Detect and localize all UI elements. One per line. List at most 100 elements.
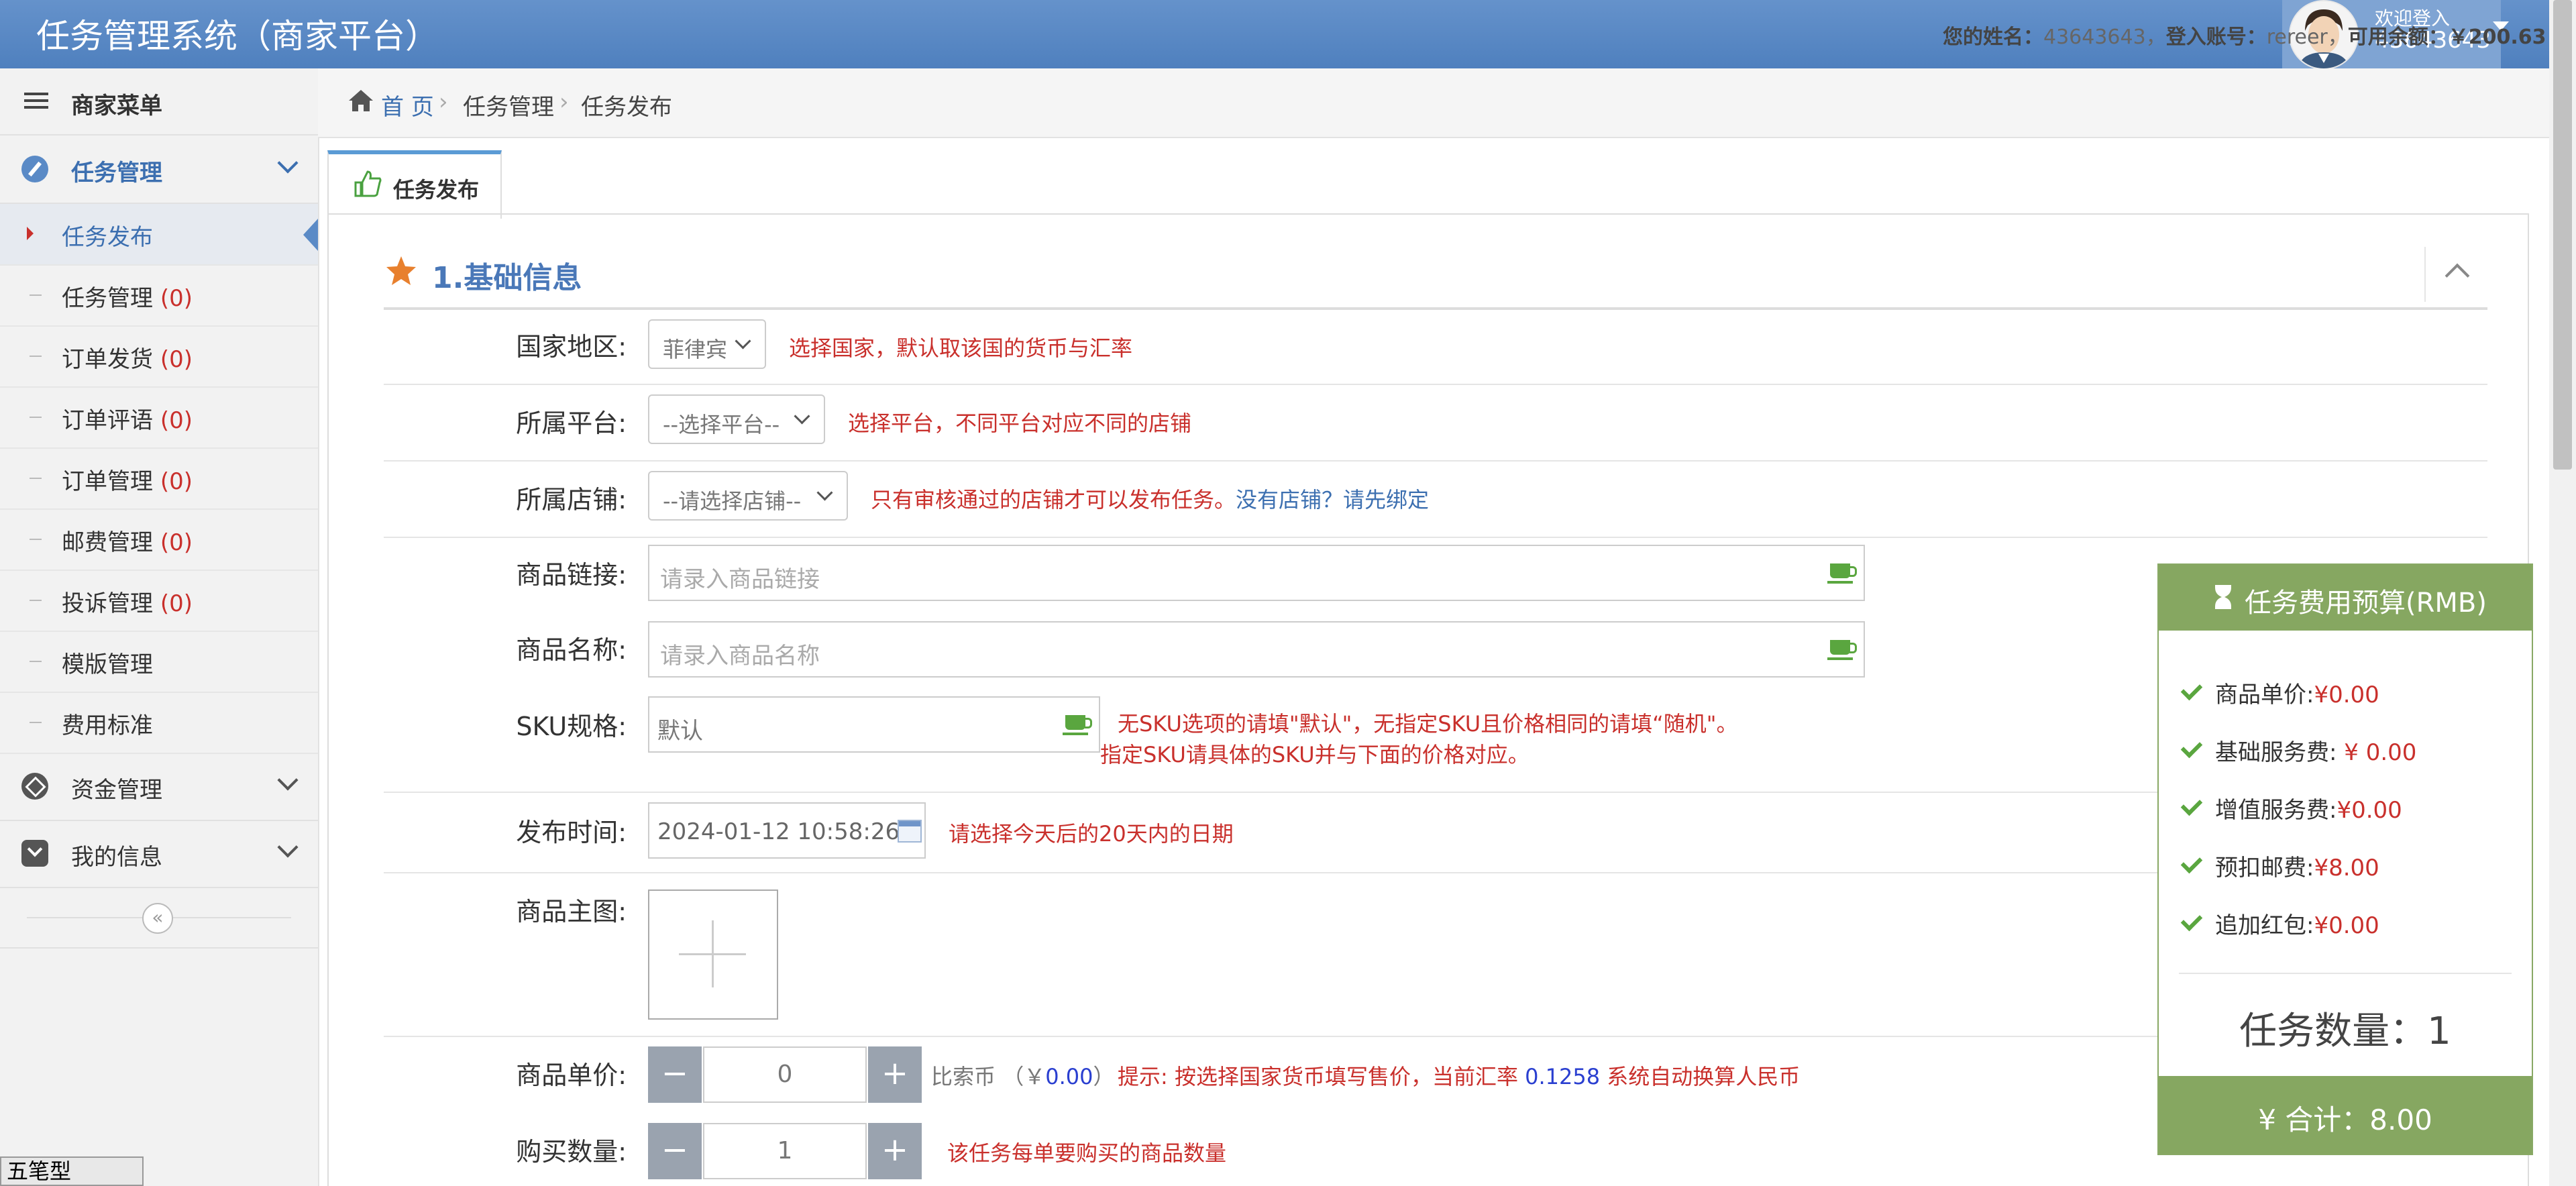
shop-select[interactable]: --请选择店铺-- [648, 471, 848, 521]
field-label: 购买数量: [516, 1137, 627, 1167]
collapse-sidebar-button[interactable]: « [142, 903, 173, 934]
qty-increment-button[interactable]: + [868, 1123, 922, 1179]
sidebar-item-task-publish[interactable]: 任务发布 [0, 204, 318, 266]
page-scrollbar-thumb[interactable] [2553, 0, 2572, 470]
budget-item: 预扣邮费:¥8.00 [2215, 855, 2379, 881]
sidebar-group-label: 资金管理 [71, 777, 162, 804]
breadcrumb-separator: › [439, 89, 448, 115]
coffee-icon [1827, 640, 1857, 660]
sidebar-item-fee-standard[interactable]: 费用标准 [0, 692, 318, 754]
budget-item: 追加红包:¥0.00 [2215, 912, 2379, 939]
field-label: 商品单价: [516, 1061, 627, 1090]
sku-input-value: 默认 [657, 718, 703, 745]
tab-label: 任务发布 [393, 177, 480, 203]
sidebar-item-label: 投诉管理 [62, 590, 153, 617]
sku-input[interactable]: 默认 [648, 696, 1100, 753]
sidebar-group-task[interactable]: 任务管理 [0, 136, 318, 204]
sidebar-item-label: 邮费管理 [62, 529, 153, 556]
chevron-down-icon [277, 769, 299, 791]
product-link-placeholder: 请录入商品链接 [660, 566, 820, 593]
budget-total: ¥ 合计：8.00 [2258, 1103, 2432, 1136]
country-select[interactable]: 菲律宾 [648, 319, 766, 369]
check-icon [2180, 851, 2203, 874]
budget-total-bar: ¥ 合计：8.00 [2159, 1076, 2532, 1154]
product-name-input[interactable]: 请录入商品名称 [648, 621, 1865, 678]
sku-hint-1: 无SKU选项的请填"默认"，无指定SKU且价格相同的请填“随机"。 [1118, 711, 1738, 737]
sidebar-group-myinfo[interactable]: 我的信息 [0, 821, 318, 888]
shield-icon [21, 840, 48, 867]
section-title: 1.基础信息 [432, 261, 582, 295]
bind-shop-link[interactable]: 没有店铺？请先绑定 [1236, 487, 1429, 513]
sidebar-item-label: 订单发货 [62, 346, 153, 373]
sidebar-item-label: 模版管理 [62, 651, 153, 678]
sidebar-item-order-manage[interactable]: 订单管理 (0) [0, 448, 318, 510]
chevron-down-icon [277, 837, 299, 858]
sidebar-item-label: 费用标准 [62, 712, 153, 739]
platform-select[interactable]: --选择平台-- [648, 394, 825, 444]
price-hint-a: 提示: 按选择国家货币填写售价，当前汇率 [1118, 1064, 1518, 1089]
shop-hint: 只有审核通过的店铺才可以发布任务。 [871, 487, 1236, 513]
chevron-down-icon [794, 408, 810, 425]
main-image-upload[interactable] [648, 889, 778, 1020]
compass-icon [21, 156, 48, 182]
ime-status-bar[interactable]: 五笔型 [0, 1156, 144, 1186]
chevron-up-icon[interactable] [2445, 263, 2470, 288]
budget-item: 基础服务费: ¥ 0.00 [2215, 739, 2417, 766]
price-input[interactable]: 0 [703, 1046, 867, 1103]
balance-label: 可用余额： [2347, 25, 2449, 49]
sidebar-item-task-manage[interactable]: 任务管理 (0) [0, 265, 318, 327]
sidebar-item-complaint[interactable]: 投诉管理 (0) [0, 570, 318, 632]
shop-hint-wrap: 只有审核通过的店铺才可以发布任务。没有店铺？请先绑定 [871, 483, 1429, 514]
breadcrumb-home-link[interactable]: 首 页 [381, 89, 434, 121]
sidebar-item-count: (0) [160, 346, 193, 373]
home-icon[interactable] [347, 87, 374, 114]
sidebar-collapse-bar: « [0, 888, 318, 949]
account-balance: ￥200.63 [2448, 25, 2546, 49]
country-hint: 选择国家，默认取该国的货币与汇率 [789, 335, 1133, 361]
coffee-icon [1827, 563, 1857, 584]
price-increment-button[interactable]: + [868, 1046, 922, 1103]
price-decrement-button[interactable]: − [648, 1046, 702, 1103]
breadcrumb: 首 页 › 任务管理 › 任务发布 [318, 68, 2549, 138]
country-select-value: 菲律宾 [663, 337, 728, 362]
price-currency-wrap: 比索币 （￥0.00） [931, 1060, 1114, 1091]
field-label: 商品名称: [516, 635, 627, 665]
active-indicator [303, 219, 318, 251]
app-title: 任务管理系统（商家平台） [36, 17, 439, 56]
sidebar-item-order-review[interactable]: 订单评语 (0) [0, 387, 318, 449]
platform-hint: 选择平台，不同平台对应不同的店铺 [848, 411, 1192, 436]
sidebar-title: 商家菜单 [71, 93, 162, 119]
account-info: 您的姓名：43643643，登入账号：rereer，可用余额：￥200.63 [1943, 20, 2546, 50]
calendar-icon[interactable] [898, 820, 922, 843]
sidebar-group-funds[interactable]: 资金管理 [0, 754, 318, 821]
login-label: 登入账号： [2165, 25, 2267, 49]
sidebar: 商家菜单 任务管理 任务发布 任务管理 (0) 订单发货 (0) 订单评语 (0… [0, 68, 319, 1186]
qty-decrement-button[interactable]: − [648, 1123, 702, 1179]
check-icon [2180, 909, 2203, 932]
price-rmb-prefix: （￥ [1002, 1064, 1046, 1089]
sidebar-item-label: 任务管理 [62, 285, 153, 312]
sidebar-menu-header[interactable]: 商家菜单 [0, 68, 318, 136]
sidebar-item-order-ship[interactable]: 订单发货 (0) [0, 326, 318, 388]
sidebar-item-template[interactable]: 模版管理 [0, 631, 318, 693]
sidebar-item-postage[interactable]: 邮费管理 (0) [0, 509, 318, 571]
breadcrumb-task-manage[interactable]: 任务管理 [463, 89, 554, 121]
publish-time-input[interactable]: 2024-01-12 10:58:26 [648, 802, 926, 859]
shop-select-value: --请选择店铺-- [663, 488, 802, 514]
exchange-rate: 0.1258 [1525, 1064, 1601, 1089]
qty-hint: 该任务每单要购买的商品数量 [947, 1140, 1227, 1166]
breadcrumb-separator: › [559, 89, 569, 115]
product-name-placeholder: 请录入商品名称 [660, 643, 820, 669]
budget-header: 任务费用预算(RMB) [2159, 565, 2532, 631]
price-currency: 比索币 [931, 1064, 996, 1089]
qty-input[interactable]: 1 [703, 1123, 867, 1179]
hourglass-icon [2214, 584, 2233, 610]
product-link-input[interactable]: 请录入商品链接 [648, 545, 1865, 601]
tab-task-publish[interactable]: 任务发布 [327, 150, 502, 219]
field-label: 发布时间: [516, 818, 627, 847]
field-label: 国家地区: [516, 332, 627, 362]
check-icon [2180, 736, 2203, 759]
menu-icon[interactable] [24, 93, 48, 95]
thumbs-up-icon [353, 169, 382, 199]
sidebar-item-count: (0) [160, 529, 193, 556]
